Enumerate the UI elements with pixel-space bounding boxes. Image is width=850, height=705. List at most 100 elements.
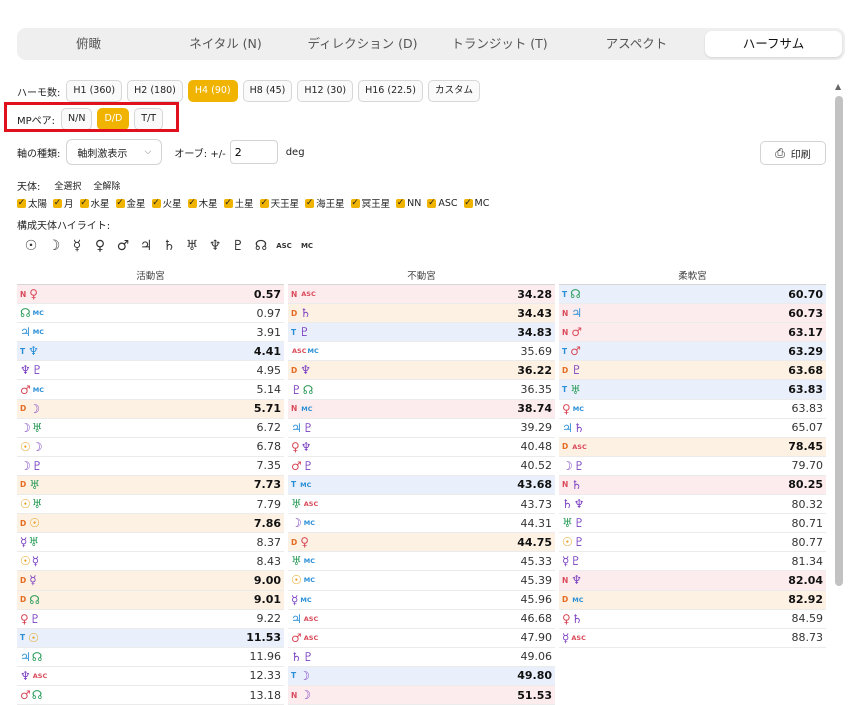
- highlight-button-4[interactable]: ♂: [112, 238, 134, 254]
- print-button[interactable]: ⎙ 印刷: [760, 141, 826, 165]
- planets-label: 天体:: [17, 182, 41, 193]
- harmonic-chip-3[interactable]: H8 (45): [242, 80, 293, 102]
- harmonic-chip-6[interactable]: カスタム: [427, 80, 480, 102]
- planet-checkbox-3[interactable]: ✓ 金星: [115, 196, 146, 210]
- planet-symbol: ASC: [572, 442, 587, 451]
- table-row: ☉ ☽ 6.78: [17, 438, 284, 457]
- orb-input[interactable]: [229, 140, 278, 164]
- chart-prefix: T: [20, 633, 26, 643]
- midpoint-value: 63.68: [788, 363, 823, 377]
- tab-0[interactable]: 俯瞰: [20, 31, 157, 57]
- midpoint-value: 36.22: [517, 363, 552, 377]
- tab-5[interactable]: ハーフサム: [705, 31, 842, 57]
- midpoint-pair: ☉ ☿: [20, 555, 40, 567]
- planet-checkbox-2[interactable]: ✓ 水星: [79, 196, 110, 210]
- planet-symbol: ☽: [29, 401, 40, 416]
- axis-select[interactable]: 軸刺激表示 ⌵: [66, 139, 163, 165]
- chart-prefix: N: [291, 690, 298, 700]
- highlight-button-6[interactable]: ♄: [158, 238, 180, 254]
- chart-prefix: T: [562, 346, 568, 356]
- highlight-button-0[interactable]: ☉: [20, 238, 42, 254]
- select-all-link[interactable]: 全選択: [54, 179, 81, 192]
- scrollbar[interactable]: ▲: [834, 82, 844, 682]
- table-row: ♃ ♄ 65.07: [559, 419, 826, 438]
- planet-checkbox-6[interactable]: ✓ 土星: [223, 196, 254, 210]
- highlight-button-9[interactable]: ♇: [227, 238, 249, 254]
- table-row: ♆ ASC 12.33: [17, 667, 284, 686]
- chart-prefix: N: [291, 404, 298, 414]
- highlight-button-3[interactable]: ♀: [89, 238, 111, 254]
- planet-checkbox-1[interactable]: ✓ 月: [53, 196, 74, 210]
- tab-3[interactable]: トランジット (T): [431, 31, 568, 57]
- tab-1[interactable]: ネイタル (N): [157, 31, 294, 57]
- highlight-button-5[interactable]: ♃: [135, 238, 157, 254]
- planet-checkbox-9[interactable]: ✓ 冥王星: [350, 196, 390, 210]
- scroll-up-icon[interactable]: ▲: [835, 82, 841, 91]
- highlight-button-8[interactable]: ♆: [204, 238, 226, 254]
- highlight-button-1[interactable]: ☽: [43, 238, 65, 254]
- table-row: ☽ ♇ 7.35: [17, 457, 284, 476]
- midpoint-pair: D ASC: [562, 442, 587, 451]
- harmonic-chip-5[interactable]: H16 (22.5): [358, 80, 423, 102]
- planet-symbol: ☽: [562, 458, 573, 473]
- planet-checkbox-8[interactable]: ✓ 海王星: [305, 196, 345, 210]
- planet-symbol: ☉: [291, 573, 302, 588]
- midpoint-value: 60.70: [788, 287, 823, 301]
- tab-4[interactable]: アスペクト: [568, 31, 705, 57]
- highlight-box: [4, 102, 179, 132]
- planet-checkbox-4[interactable]: ✓ 火星: [151, 196, 182, 210]
- chart-prefix: D: [20, 404, 27, 414]
- printer-icon: ⎙: [775, 145, 785, 160]
- highlight-button-11[interactable]: ASC: [273, 242, 295, 250]
- planet-checkbox-12[interactable]: ✓ MC: [463, 198, 489, 209]
- harmonic-chip-1[interactable]: H2 (180): [127, 80, 183, 102]
- table-row: N ☽ 51.53: [288, 685, 555, 705]
- planet-checkbox-0[interactable]: ✓ 太陽: [17, 196, 47, 210]
- clear-all-link[interactable]: 全解除: [93, 179, 120, 192]
- planet-checkbox-5[interactable]: ✓ 木星: [187, 196, 218, 210]
- planet-symbol: ♆: [300, 363, 311, 378]
- midpoint-pair: N ♃: [562, 307, 583, 319]
- harmonic-chip-0[interactable]: H1 (360): [66, 80, 123, 102]
- planet-symbol: ♇: [31, 363, 43, 378]
- midpoint-pair: ♄ ♆: [562, 498, 586, 510]
- chart-prefix: D: [20, 480, 27, 490]
- planet-symbol: ☉: [20, 439, 31, 454]
- midpoint-pair: ASC MC: [291, 347, 319, 355]
- planet-checkbox-7[interactable]: ✓ 天王星: [259, 196, 299, 210]
- midpoint-pair: ♄ ♇: [291, 651, 315, 663]
- planet-symbol: ♅: [291, 497, 302, 512]
- midpoint-pair: D ♆: [291, 364, 312, 376]
- planet-symbol: ☉: [562, 535, 573, 550]
- column-fixed: 不動宮 N ASC 34.28 D ♄ 34.43 T ♇ 34.83 ASC MC 35.69 D ♆ 36…: [288, 270, 555, 705]
- planet-checkbox-11[interactable]: ✓ ASC: [427, 198, 458, 209]
- planet-symbol: ☊: [31, 688, 43, 703]
- harmonic-chip-2[interactable]: H4 (90): [187, 80, 238, 102]
- table-row: ♅ ASC 43.73: [288, 495, 555, 515]
- table-row: ♇ ☊ 36.35: [288, 380, 555, 400]
- planet-symbol: ☉: [20, 497, 31, 512]
- highlight-button-2[interactable]: ☿: [66, 238, 88, 254]
- midpoint-value: 63.83: [788, 383, 823, 397]
- planet-symbol: MC: [303, 519, 316, 528]
- midpoint-pair: ♆ ASC: [20, 670, 47, 682]
- midpoint-pair: ☿ ASC: [562, 632, 586, 644]
- chart-prefix: D: [291, 365, 298, 375]
- harmonic-chip-4[interactable]: H12 (30): [297, 80, 354, 102]
- scrollbar-thumb[interactable]: [835, 96, 843, 586]
- highlight-button-10[interactable]: ☊: [250, 238, 272, 254]
- table-row: ☊ MC 0.97: [17, 304, 284, 324]
- table-row: ♃ ☊ 11.96: [17, 648, 284, 667]
- planet-symbol: MC: [303, 557, 316, 566]
- planet-symbol: ASC: [303, 633, 319, 642]
- planet-checkbox-10[interactable]: ✓ NN: [396, 198, 421, 209]
- planet-checkbox-label: 太陽: [28, 199, 48, 210]
- planet-symbol: ☉: [20, 554, 31, 569]
- tab-2[interactable]: ディレクション (D): [294, 31, 431, 57]
- highlight-button-7[interactable]: ♅: [181, 238, 203, 254]
- midpoint-pair: ♅ ASC: [291, 498, 318, 510]
- planet-symbol: ASC: [303, 614, 319, 623]
- midpoint-value: 9.22: [256, 612, 282, 626]
- midpoint-pair: ♇ ☊: [291, 384, 314, 396]
- highlight-button-12[interactable]: MC: [296, 242, 318, 250]
